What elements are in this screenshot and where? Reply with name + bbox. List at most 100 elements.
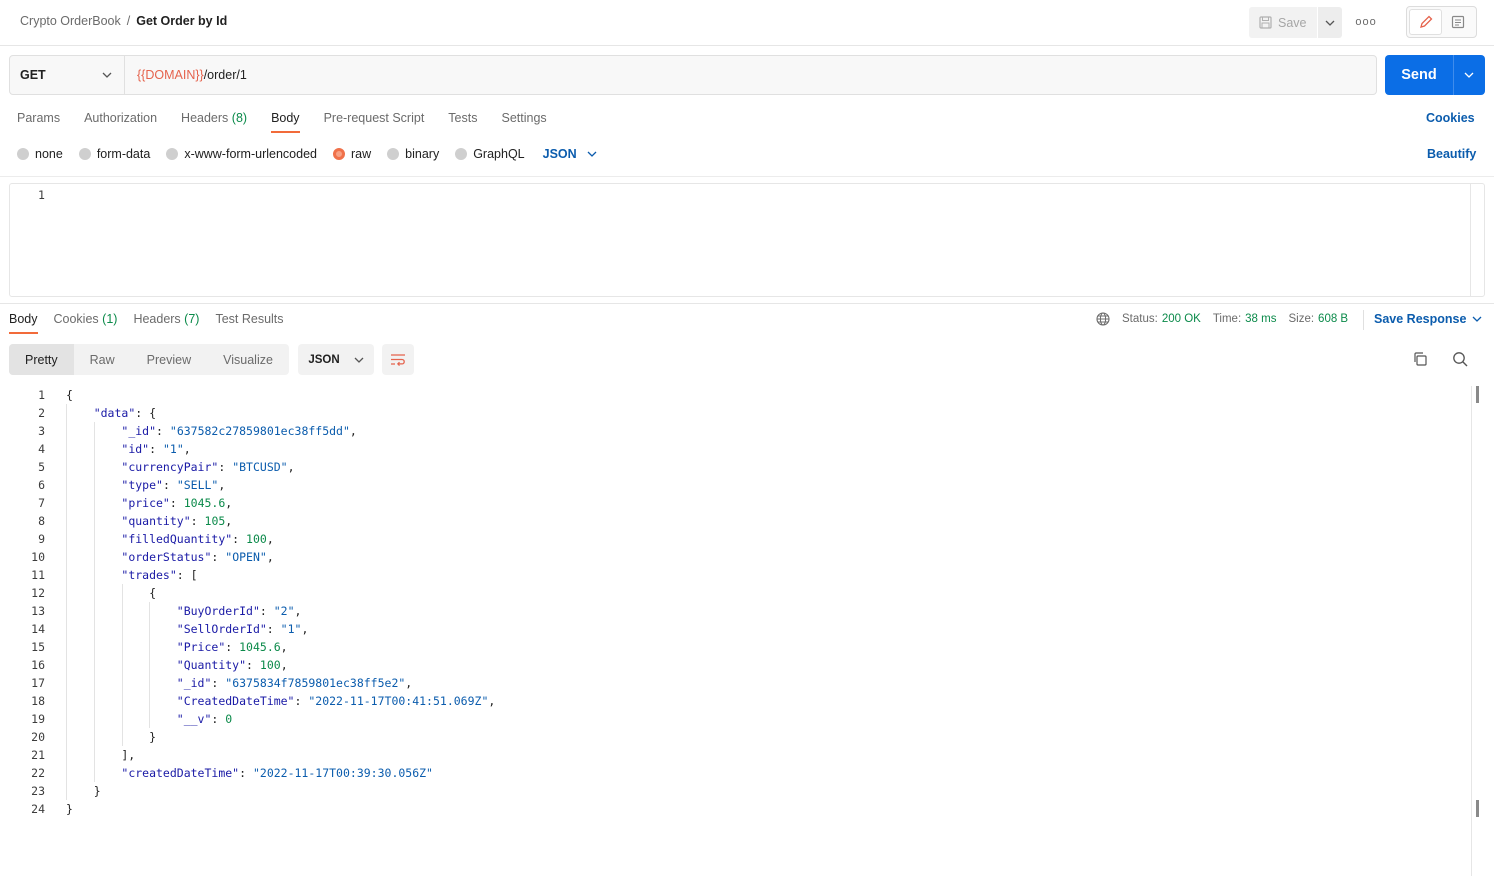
send-options-button[interactable] bbox=[1453, 55, 1484, 95]
code-line: 15 "Price": 1045.6, bbox=[0, 638, 1460, 656]
code-line: 22 "createdDateTime": "2022-11-17T00:39:… bbox=[0, 764, 1460, 782]
code-line: 12 { bbox=[0, 584, 1460, 602]
line-number: 22 bbox=[31, 766, 45, 780]
resp-tab-cookies-count: (1) bbox=[102, 312, 118, 326]
view-tab-visualize[interactable]: Visualize bbox=[207, 344, 289, 375]
resp-tab-body[interactable]: Body bbox=[9, 312, 38, 334]
copy-button[interactable] bbox=[1412, 351, 1428, 370]
code-text: "trades": [ bbox=[121, 568, 198, 582]
response-scrollbar[interactable] bbox=[1471, 386, 1472, 876]
response-view-tabs: Pretty Raw Preview Visualize bbox=[9, 344, 289, 375]
code-text: "price": 1045.6, bbox=[121, 496, 233, 510]
code-line: 1{ bbox=[0, 386, 1460, 404]
documentation-mode-button[interactable] bbox=[1442, 9, 1474, 35]
code-line: 17 "_id": "6375834f7859801ec38ff5e2", bbox=[0, 674, 1460, 692]
editor-scrollbar[interactable] bbox=[1470, 184, 1471, 296]
response-body-viewer[interactable]: 1{2 "data": {3 "_id": "637582c27859801ec… bbox=[0, 386, 1472, 876]
line-number: 5 bbox=[38, 460, 45, 474]
response-format-value: JSON bbox=[308, 353, 340, 366]
tab-headers[interactable]: Headers (8) bbox=[181, 111, 247, 133]
chevron-down-icon bbox=[1464, 72, 1474, 78]
wrap-lines-button[interactable] bbox=[382, 344, 414, 375]
radio-form-data[interactable]: form-data bbox=[78, 147, 150, 161]
save-response-button[interactable]: Save Response bbox=[1374, 312, 1482, 326]
line-number: 6 bbox=[38, 478, 45, 492]
breadcrumb-request[interactable]: Get Order by Id bbox=[136, 14, 227, 28]
code-text: "_id": "6375834f7859801ec38ff5e2", bbox=[176, 676, 413, 690]
tab-tests[interactable]: Tests bbox=[448, 111, 477, 133]
response-status: Status: 200 OK Time: 38 ms Size: 608 B bbox=[1096, 312, 1360, 326]
search-icon bbox=[1453, 352, 1468, 367]
more-icon: ooo bbox=[1355, 16, 1377, 28]
tab-params[interactable]: Params bbox=[17, 111, 60, 133]
code-text: "quantity": 105, bbox=[121, 514, 233, 528]
line-number: 13 bbox=[31, 604, 45, 618]
code-text: "_id": "637582c27859801ec38ff5dd", bbox=[121, 424, 357, 438]
method-select[interactable]: GET bbox=[10, 56, 125, 94]
radio-none[interactable]: none bbox=[17, 147, 63, 161]
view-tab-pretty[interactable]: Pretty bbox=[9, 344, 74, 375]
radio-binary[interactable]: binary bbox=[387, 147, 439, 161]
size-value: 608 B bbox=[1318, 313, 1349, 325]
beautify-link[interactable]: Beautify bbox=[1427, 147, 1476, 161]
tab-headers-label: Headers bbox=[181, 111, 229, 125]
code-line: 13 "BuyOrderId": "2", bbox=[0, 602, 1460, 620]
chevron-down-icon bbox=[1472, 316, 1482, 322]
response-size[interactable]: Size: 608 B bbox=[1288, 313, 1348, 325]
radio-raw[interactable]: raw bbox=[333, 147, 371, 161]
line-number: 4 bbox=[38, 442, 45, 456]
code-text: { bbox=[66, 586, 157, 600]
status-value: 200 OK bbox=[1161, 313, 1201, 325]
method-value: GET bbox=[20, 68, 46, 82]
code-text: { bbox=[66, 388, 73, 402]
response-tabs: Body Cookies (1) Headers (7) Test Result… bbox=[9, 312, 300, 334]
send-group: Send bbox=[1385, 55, 1485, 95]
view-tab-preview[interactable]: Preview bbox=[131, 344, 207, 375]
code-line: 2 "data": { bbox=[0, 404, 1460, 422]
url-input[interactable]: {{DOMAIN}} /order/1 bbox=[125, 68, 247, 82]
resp-tab-test-results[interactable]: Test Results bbox=[215, 312, 283, 334]
tab-settings[interactable]: Settings bbox=[501, 111, 546, 133]
response-format-select[interactable]: JSON bbox=[298, 344, 374, 375]
resp-tab-headers[interactable]: Headers (7) bbox=[133, 312, 199, 334]
code-line: 10 "orderStatus": "OPEN", bbox=[0, 548, 1460, 566]
code-text: "orderStatus": "OPEN", bbox=[121, 550, 274, 564]
code-line: 19 "__v": 0 bbox=[0, 710, 1460, 728]
code-text: "Price": 1045.6, bbox=[176, 640, 288, 654]
more-actions-button[interactable]: ooo bbox=[1355, 13, 1377, 31]
divider bbox=[0, 303, 1494, 304]
code-line: 18 "CreatedDateTime": "2022-11-17T00:41:… bbox=[0, 692, 1460, 710]
breadcrumb-collection[interactable]: Crypto OrderBook bbox=[20, 14, 121, 28]
chevron-down-icon bbox=[102, 72, 112, 78]
resp-tab-headers-label: Headers bbox=[133, 312, 181, 326]
body-language-select[interactable]: JSON bbox=[543, 147, 597, 161]
send-button[interactable]: Send bbox=[1385, 55, 1453, 95]
search-button[interactable] bbox=[1452, 351, 1468, 370]
radio-urlencoded[interactable]: x-www-form-urlencoded bbox=[166, 147, 317, 161]
tab-authorization[interactable]: Authorization bbox=[84, 111, 157, 133]
tab-headers-count: (8) bbox=[231, 111, 248, 125]
divider bbox=[1363, 310, 1364, 330]
edit-mode-button[interactable] bbox=[1409, 9, 1442, 35]
code-text: "id": "1", bbox=[121, 442, 191, 456]
tab-prerequest-script[interactable]: Pre-request Script bbox=[324, 111, 425, 133]
code-text: "BuyOrderId": "2", bbox=[176, 604, 302, 618]
save-button[interactable]: Save bbox=[1249, 7, 1317, 38]
code-text: ], bbox=[66, 748, 136, 762]
code-line: 5 "currencyPair": "BTCUSD", bbox=[0, 458, 1460, 476]
response-time[interactable]: Time: 38 ms bbox=[1213, 313, 1277, 325]
radio-graphql[interactable]: GraphQL bbox=[455, 147, 525, 161]
code-text: "currencyPair": "BTCUSD", bbox=[121, 460, 295, 474]
code-text: } bbox=[66, 802, 73, 816]
resp-tab-cookies-label: Cookies bbox=[53, 312, 99, 326]
tab-body[interactable]: Body bbox=[271, 111, 300, 133]
globe-icon[interactable] bbox=[1096, 312, 1110, 326]
scroll-marker bbox=[1476, 800, 1479, 817]
request-body-editor[interactable]: 1 bbox=[9, 183, 1485, 297]
resp-tab-headers-count: (7) bbox=[184, 312, 200, 326]
resp-tab-cookies[interactable]: Cookies (1) bbox=[54, 312, 118, 334]
save-options-button[interactable] bbox=[1318, 7, 1342, 38]
status-code[interactable]: Status: 200 OK bbox=[1122, 313, 1201, 325]
view-tab-raw[interactable]: Raw bbox=[74, 344, 131, 375]
cookies-link[interactable]: Cookies bbox=[1426, 111, 1475, 125]
